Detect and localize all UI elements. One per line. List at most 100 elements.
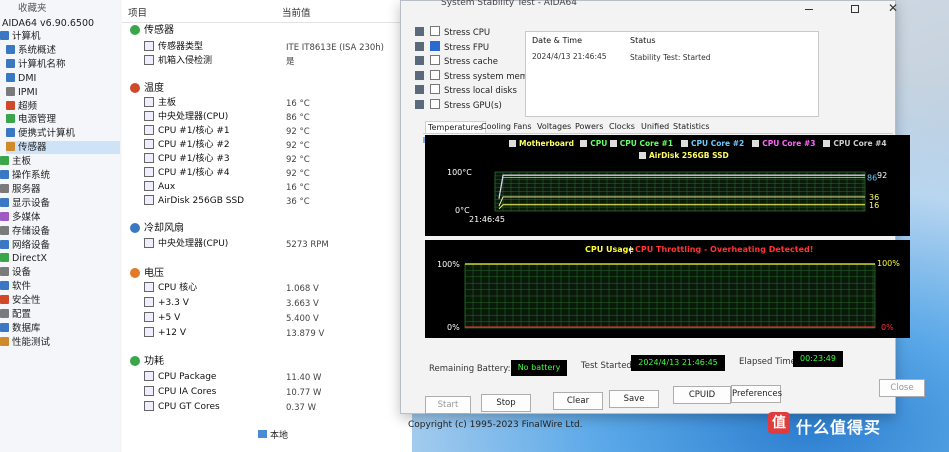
tab-powers[interactable]: Powers <box>575 121 603 133</box>
sensor-group-icon <box>130 268 140 278</box>
tree-item[interactable]: 计算机 <box>0 30 120 43</box>
sensor-row[interactable]: 主板 <box>144 96 176 110</box>
sensor-group-title[interactable]: 冷却风扇 <box>130 222 184 236</box>
tree-item[interactable]: 系统概述 <box>6 44 120 57</box>
tree-item[interactable]: DMI <box>6 72 120 85</box>
tree-item-icon <box>0 267 9 277</box>
checkbox[interactable] <box>430 26 440 36</box>
sensor-row[interactable]: CPU Package <box>144 370 216 384</box>
sensor-group-title[interactable]: 电压 <box>130 267 164 281</box>
sensor-row[interactable]: 传感器类型 <box>144 40 203 54</box>
sensor-label: CPU #1/核心 #4 <box>158 168 230 178</box>
checkbox[interactable] <box>430 98 440 109</box>
log-status: Stability Test: Started <box>630 53 711 62</box>
tree-item[interactable]: 传感器 <box>6 141 120 155</box>
sensor-row[interactable]: CPU #1/核心 #3 <box>144 152 230 166</box>
preferences-button[interactable]: Preferences <box>731 385 782 403</box>
sensor-row[interactable]: 中央处理器(CPU) <box>144 237 228 251</box>
app-version[interactable]: AIDA64 v6.90.6500 <box>2 17 94 30</box>
sensor-value: 0.37 W <box>286 403 317 413</box>
log-date-header[interactable]: Date & Time <box>532 36 582 45</box>
sensor-row[interactable]: CPU #1/核心 #4 <box>144 166 230 180</box>
sensor-group-title[interactable]: 传感器 <box>130 24 174 38</box>
tree-item[interactable]: 便携式计算机 <box>6 127 120 140</box>
sensor-row[interactable]: +5 V <box>144 311 180 325</box>
stress-option-label: Stress local disks <box>444 86 517 96</box>
tree-item[interactable]: 软件 <box>0 280 120 293</box>
close-icon[interactable]: ✕ <box>888 1 898 15</box>
tree-item[interactable]: IPMI <box>6 86 120 99</box>
tab-voltages[interactable]: Voltages <box>537 121 571 133</box>
checkbox[interactable] <box>430 55 440 65</box>
sensor-group-title[interactable]: 温度 <box>130 82 164 96</box>
tree-item[interactable]: 安全性 <box>0 294 120 307</box>
sensor-row[interactable]: +12 V <box>144 326 186 340</box>
sensor-row[interactable]: AirDisk 256GB SSD <box>144 194 244 208</box>
tree-item[interactable]: DirectX <box>0 252 120 265</box>
minimize-icon[interactable] <box>805 9 813 10</box>
log-status-header[interactable]: Status <box>630 36 656 45</box>
sensor-icon <box>144 238 154 248</box>
tree-item[interactable]: 电源管理 <box>6 113 120 126</box>
tree-item-icon <box>0 156 9 166</box>
tree-item[interactable]: 操作系统 <box>0 169 120 182</box>
checkbox[interactable] <box>430 69 440 80</box>
stress-option[interactable]: Stress CPU <box>415 26 490 39</box>
sensor-row[interactable]: CPU IA Cores <box>144 385 216 399</box>
sensor-label: CPU IA Cores <box>158 387 217 397</box>
stress-option[interactable]: Stress system memory <box>415 69 542 83</box>
checkbox[interactable] <box>430 40 440 51</box>
tab-statistics[interactable]: Statistics <box>673 121 710 133</box>
tree-item[interactable]: 多媒体 <box>0 211 120 224</box>
tree-item[interactable]: 超频 <box>6 100 120 113</box>
tree-item[interactable]: 显示设备 <box>0 197 120 210</box>
tree-item-icon <box>0 31 9 40</box>
tree-item[interactable]: 性能测试 <box>0 336 120 349</box>
sensor-row[interactable]: Aux <box>144 180 175 194</box>
tree-item[interactable]: 设备 <box>0 266 120 279</box>
stress-option[interactable]: Stress FPU <box>415 40 489 54</box>
tree-item[interactable]: 配置 <box>0 308 120 321</box>
sensor-row[interactable]: 中央处理器(CPU) <box>144 110 228 124</box>
tree-item[interactable]: 计算机名称 <box>6 58 120 71</box>
sensor-row[interactable]: 机箱入侵检测 <box>144 54 212 68</box>
sensor-row[interactable]: CPU #1/核心 #2 <box>144 138 230 152</box>
tree-item-label: DirectX <box>12 253 47 265</box>
sensor-value: 5273 RPM <box>286 240 329 250</box>
cpuid-button[interactable]: CPUID <box>673 386 731 404</box>
sensor-row[interactable]: CPU #1/核心 #1 <box>144 124 230 138</box>
sensor-row[interactable]: CPU GT Cores <box>144 400 220 414</box>
tab-cooling-fans[interactable]: Cooling Fans <box>481 121 532 133</box>
navigation-tree: 收藏夹 AIDA64 v6.90.6500 计算机 系统概述 计算机名称 DMI IPM… <box>0 0 123 452</box>
close-button[interactable]: Close <box>879 379 925 397</box>
tree-item-label: 服务器 <box>12 183 41 195</box>
tree-item[interactable]: 存储设备 <box>0 225 120 238</box>
stop-button[interactable]: Stop <box>481 394 531 412</box>
checkbox[interactable] <box>430 84 440 94</box>
tree-item-icon <box>0 322 9 332</box>
save-button[interactable]: Save <box>609 390 659 408</box>
sensor-value: 11.40 W <box>286 373 322 383</box>
column-item-header[interactable]: 项目 <box>128 6 147 22</box>
maximize-icon[interactable] <box>851 5 859 13</box>
tree-item[interactable]: 主板 <box>0 155 120 168</box>
tree-item-label: 显示设备 <box>12 197 51 209</box>
start-button[interactable]: Start <box>425 396 471 414</box>
sensor-row[interactable]: CPU 核心 <box>144 281 197 295</box>
favorites-header[interactable]: 收藏夹 <box>18 2 47 15</box>
stress-option[interactable]: Stress cache <box>415 55 498 68</box>
stress-option[interactable]: Stress local disks <box>415 84 517 97</box>
tree-item[interactable]: 数据库 <box>0 322 120 335</box>
tree-item-icon <box>6 142 15 152</box>
sensor-group-title[interactable]: 功耗 <box>130 355 164 369</box>
tree-item[interactable]: 网络设备 <box>0 239 120 252</box>
tab-clocks[interactable]: Clocks <box>609 121 635 133</box>
tab-unified[interactable]: Unified <box>641 121 669 133</box>
sensor-row[interactable]: +3.3 V <box>144 296 189 310</box>
battery-value: No battery <box>511 360 567 376</box>
stress-option[interactable]: Stress GPU(s) <box>415 98 502 112</box>
clear-button[interactable]: Clear <box>553 392 603 410</box>
cpu-ymin-label: 0% <box>447 323 460 332</box>
column-value-header[interactable]: 当前值 <box>282 6 311 22</box>
tree-item[interactable]: 服务器 <box>0 183 120 196</box>
